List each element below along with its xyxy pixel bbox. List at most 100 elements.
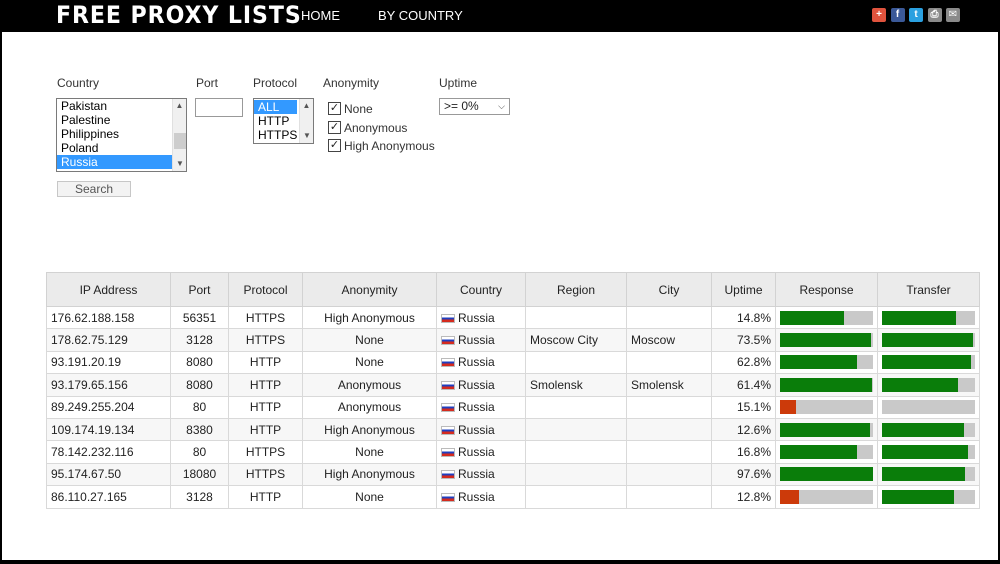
response-bar-fill <box>780 400 796 415</box>
response-bar-fill <box>780 355 858 370</box>
region-cell: Moscow City <box>525 328 627 352</box>
country-cell: Russia <box>436 417 526 442</box>
response-bar-fill <box>780 422 871 437</box>
column-header[interactable]: IP Address <box>46 272 171 307</box>
response-bar <box>780 333 873 348</box>
transfer-cell <box>877 485 980 509</box>
protocol-cell: HTTP <box>228 395 303 419</box>
country-cell: Russia <box>436 462 526 487</box>
russia-flag-icon <box>441 336 455 346</box>
checkbox[interactable]: ✓ <box>328 120 341 134</box>
transfer-bar-fill <box>882 467 965 482</box>
response-bar-fill <box>780 310 845 325</box>
response-bar <box>780 489 873 504</box>
plus-icon[interactable]: + <box>872 8 886 22</box>
table-row: 178.62.75.129 3128 HTTPS None Russia Moscow C… <box>46 328 980 352</box>
response-cell <box>775 440 878 464</box>
column-header[interactable]: Transfer <box>877 272 980 307</box>
country-option[interactable]: Pakistan <box>57 99 186 113</box>
table-row: 89.249.255.204 80 HTTP Anonymous Russia 15.1% <box>46 395 980 419</box>
twitter-icon[interactable]: t <box>909 8 923 22</box>
transfer-bar <box>882 445 975 460</box>
column-header[interactable]: City <box>626 272 712 307</box>
country-listbox[interactable]: Pakistan Palestine Philippines Poland Russia… <box>56 98 187 172</box>
proxy-table: IP Address Port Protocol Anonymity Country Re… <box>46 272 980 509</box>
response-cell <box>775 350 878 375</box>
search-button[interactable]: Search <box>57 181 131 197</box>
uptime-cell: 73.5% <box>711 328 776 352</box>
response-bar <box>780 422 873 437</box>
transfer-cell <box>877 417 980 442</box>
ip-address-cell: 109.174.19.134 <box>46 417 171 442</box>
country-option[interactable]: Philippines <box>57 127 186 141</box>
port-input[interactable] <box>195 98 243 117</box>
column-header[interactable]: Protocol <box>228 272 303 307</box>
anonymity-cell: High Anonymous <box>302 462 437 487</box>
facebook-icon[interactable]: f <box>890 8 905 22</box>
column-header[interactable]: Uptime <box>711 272 776 307</box>
column-header[interactable]: Response <box>775 272 878 307</box>
uptime-cell: 16.8% <box>711 440 776 464</box>
country-name: Russia <box>458 377 495 392</box>
column-header[interactable]: Country <box>436 272 526 307</box>
response-bar-fill <box>780 489 799 504</box>
response-cell <box>775 373 878 397</box>
uptime-cell: 15.1% <box>711 395 776 419</box>
region-cell: Smolensk <box>525 373 627 397</box>
response-bar-fill <box>780 333 872 348</box>
uptime-cell: 61.4% <box>711 373 776 397</box>
print-icon[interactable]: ⎙ <box>927 8 942 22</box>
response-cell <box>775 328 878 352</box>
protocol-listbox[interactable]: ALL HTTP HTTPS ▲ ▼ <box>253 98 314 144</box>
country-scrollbar[interactable]: ▲ ▼ <box>172 99 186 171</box>
scroll-down-icon[interactable]: ▼ <box>173 157 186 171</box>
column-header[interactable]: Port <box>170 272 229 307</box>
port-cell: 8080 <box>170 373 229 397</box>
nav-home[interactable]: HOME <box>301 8 340 23</box>
country-option[interactable]: Russia <box>57 155 186 169</box>
uptime-cell: 12.6% <box>711 417 776 442</box>
column-header[interactable]: Region <box>525 272 627 307</box>
uptime-select[interactable]: >= 0% ⌵ <box>439 98 510 115</box>
transfer-cell <box>877 395 980 419</box>
russia-flag-icon <box>441 313 455 323</box>
anonymity-cell: Anonymous <box>302 373 437 397</box>
country-name: Russia <box>458 422 495 437</box>
transfer-bar <box>882 355 975 370</box>
port-cell: 18080 <box>170 462 229 487</box>
response-cell <box>775 417 878 442</box>
port-cell: 8080 <box>170 350 229 375</box>
transfer-bar <box>882 422 975 437</box>
port-cell: 3128 <box>170 328 229 352</box>
protocol-cell: HTTP <box>228 417 303 442</box>
city-cell <box>626 417 712 442</box>
port-cell: 8380 <box>170 417 229 442</box>
response-cell <box>775 462 878 487</box>
ip-address-cell: 89.249.255.204 <box>46 395 171 419</box>
response-bar <box>780 400 873 415</box>
region-cell <box>525 350 627 375</box>
scroll-thumb[interactable] <box>174 133 186 149</box>
scroll-up-icon[interactable]: ▲ <box>300 99 313 113</box>
checkbox[interactable]: ✓ <box>328 139 341 152</box>
transfer-bar <box>882 489 975 504</box>
response-cell <box>775 485 878 509</box>
protocol-cell: HTTPS <box>228 305 303 330</box>
protocol-cell: HTTPS <box>228 462 303 487</box>
country-name: Russia <box>458 445 495 460</box>
transfer-bar-fill <box>882 377 959 392</box>
country-option[interactable]: Palestine <box>57 113 186 127</box>
country-cell: Russia <box>436 373 526 397</box>
column-header[interactable]: Anonymity <box>302 272 437 307</box>
country-option[interactable]: Poland <box>57 141 186 155</box>
site-logo[interactable]: FREE PROXY LISTS <box>56 1 302 29</box>
anonymity-cell: None <box>302 440 437 464</box>
nav-by-country[interactable]: BY COUNTRY <box>378 8 463 23</box>
checkbox[interactable]: ✓ <box>328 102 341 115</box>
email-icon[interactable]: ✉ <box>946 8 960 22</box>
scroll-up-icon[interactable]: ▲ <box>173 99 186 113</box>
protocol-scrollbar[interactable]: ▲ ▼ <box>299 99 313 143</box>
protocol-cell: HTTP <box>228 350 303 375</box>
scroll-down-icon[interactable]: ▼ <box>300 129 313 143</box>
protocol-option[interactable]: ALL <box>254 100 297 114</box>
